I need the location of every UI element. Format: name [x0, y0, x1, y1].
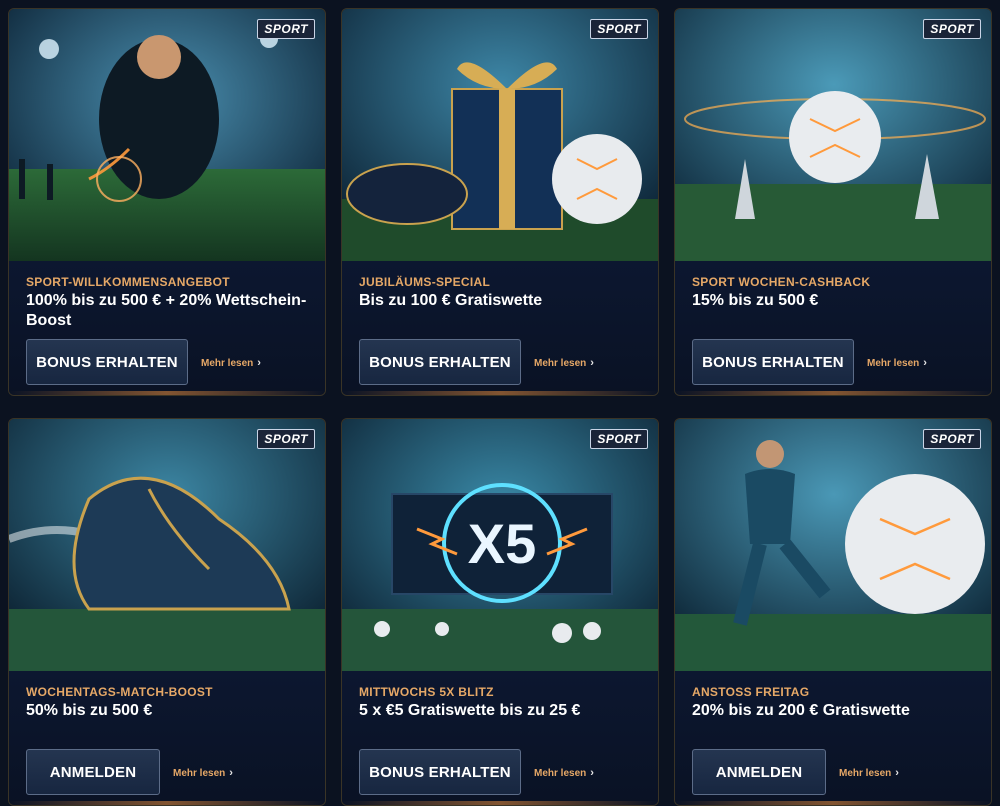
sport-badge: SPORT [590, 429, 648, 449]
read-more-label: Mehr lesen [839, 768, 892, 779]
promo-title: 5 x €5 Gratiswette bis zu 25 € [359, 702, 581, 719]
chevron-right-icon: › [590, 767, 594, 779]
sport-badge: SPORT [590, 19, 648, 39]
read-more-label: Mehr lesen [867, 358, 920, 369]
promo-title: 15% bis zu 500 € [692, 292, 819, 309]
promo-image-x5: X5 [342, 419, 658, 671]
chevron-right-icon: › [229, 767, 233, 779]
promo-subtitle: MITTWOCHS 5X BLITZ [359, 685, 494, 699]
bonus-button[interactable]: BONUS ERHALTEN [692, 339, 854, 385]
read-more-label: Mehr lesen [534, 358, 587, 369]
promo-image-gift [342, 9, 658, 261]
bonus-button[interactable]: BONUS ERHALTEN [359, 749, 521, 795]
bonus-button[interactable]: BONUS ERHALTEN [359, 339, 521, 385]
chevron-right-icon: › [590, 357, 594, 369]
promo-card-cashback[interactable]: SPORT SPORT WOCHEN-CASHBACK 15% bis zu 5… [674, 8, 992, 396]
promo-title: 50% bis zu 500 € [26, 702, 153, 719]
read-more-label: Mehr lesen [201, 358, 254, 369]
promo-card-kickoff-friday[interactable]: SPORT ANSTOSS FREITAG 20% bis zu 200 € G… [674, 418, 992, 806]
promo-subtitle: JUBILÄUMS-SPECIAL [359, 275, 491, 289]
read-more-link[interactable]: Mehr lesen › [201, 357, 261, 369]
promo-card-match-boost[interactable]: SPORT WOCHENTAGS-MATCH-BOOST 50% bis zu … [8, 418, 326, 806]
read-more-label: Mehr lesen [173, 768, 226, 779]
promo-card-blitz[interactable]: X5 SPORT MITTWOCHS 5X BLITZ 5 x €5 Grati… [341, 418, 659, 806]
read-more-link[interactable]: Mehr lesen › [534, 767, 594, 779]
promo-title: 100% bis zu 500 € + 20% Wettschein-Boost [26, 292, 307, 329]
signup-button[interactable]: ANMELDEN [692, 749, 826, 795]
read-more-link[interactable]: Mehr lesen › [839, 767, 899, 779]
read-more-label: Mehr lesen [534, 768, 587, 779]
chevron-right-icon: › [257, 357, 261, 369]
sport-badge: SPORT [923, 19, 981, 39]
sport-badge: SPORT [257, 19, 315, 39]
sport-badge: SPORT [257, 429, 315, 449]
promo-title: Bis zu 100 € Gratiswette [359, 292, 543, 309]
chevron-right-icon: › [895, 767, 899, 779]
read-more-link[interactable]: Mehr lesen › [534, 357, 594, 369]
promotions-grid: SPORT SPORT-WILLKOMMENSANGEBOT 100% bis … [0, 0, 1000, 806]
promo-image-cones-ball [675, 9, 991, 261]
x5-image-text: X5 [468, 512, 537, 575]
promo-card-jubilee[interactable]: SPORT JUBILÄUMS-SPECIAL Bis zu 100 € Gra… [341, 8, 659, 396]
chevron-right-icon: › [923, 357, 927, 369]
read-more-link[interactable]: Mehr lesen › [173, 767, 233, 779]
promo-subtitle: SPORT-WILLKOMMENSANGEBOT [26, 275, 230, 289]
promo-title: 20% bis zu 200 € Gratiswette [692, 702, 910, 719]
bonus-button[interactable]: BONUS ERHALTEN [26, 339, 188, 385]
promo-subtitle: SPORT WOCHEN-CASHBACK [692, 275, 871, 289]
read-more-link[interactable]: Mehr lesen › [867, 357, 927, 369]
promo-subtitle: WOCHENTAGS-MATCH-BOOST [26, 685, 213, 699]
promo-image-boot [9, 419, 325, 671]
promo-image-player [675, 419, 991, 671]
promo-subtitle: ANSTOSS FREITAG [692, 685, 810, 699]
promo-card-welcome[interactable]: SPORT SPORT-WILLKOMMENSANGEBOT 100% bis … [8, 8, 326, 396]
sport-badge: SPORT [923, 429, 981, 449]
promo-image-referee [9, 9, 325, 261]
signup-button[interactable]: ANMELDEN [26, 749, 160, 795]
